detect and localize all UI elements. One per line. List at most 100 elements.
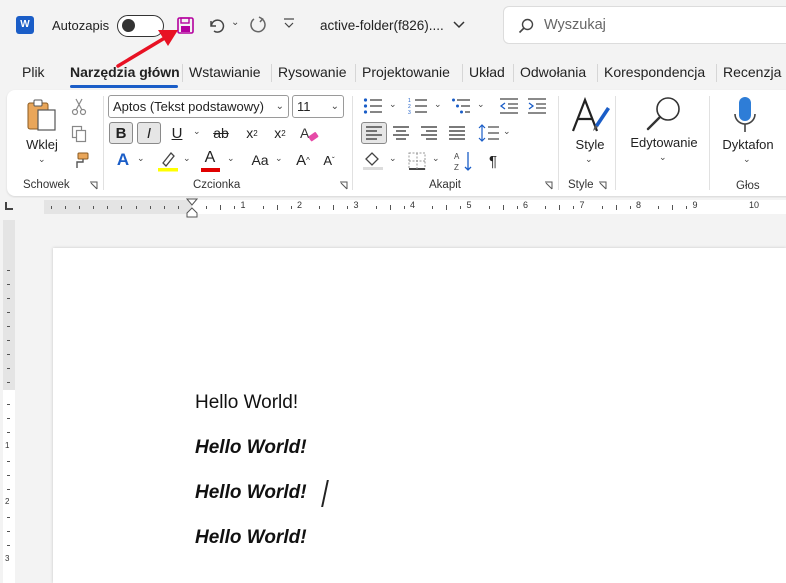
undo-dropdown-icon[interactable]: ⌄: [231, 17, 239, 28]
styles-button-label[interactable]: Style: [569, 137, 611, 152]
indent-marker-icon[interactable]: [186, 198, 198, 218]
decrease-indent-icon[interactable]: [499, 97, 519, 115]
tab-review[interactable]: Recenzja: [723, 64, 781, 80]
document-title[interactable]: active-folder(f826)....: [320, 18, 444, 33]
highlight-dropdown-icon[interactable]: ⌄: [183, 153, 191, 164]
numbering-icon[interactable]: 1 2 3: [408, 97, 428, 115]
shading-dropdown-icon[interactable]: ⌄: [389, 153, 397, 164]
document-line[interactable]: Hello World!: [195, 482, 307, 504]
underline-button[interactable]: U: [167, 122, 187, 144]
underline-dropdown-icon[interactable]: ⌄: [193, 126, 201, 137]
tab-selector-icon[interactable]: [5, 202, 13, 210]
shading-icon[interactable]: [362, 151, 384, 171]
text-effects-button[interactable]: A: [113, 149, 133, 171]
italic-button[interactable]: I: [137, 122, 161, 144]
superscript-button[interactable]: x2: [269, 122, 291, 144]
change-case-button[interactable]: Aa: [246, 149, 274, 171]
ruler-tick: [79, 206, 80, 209]
dictate-button-label[interactable]: Dyktafon: [715, 137, 781, 152]
paragraph-group-label: Akapit: [429, 179, 461, 191]
tab-home[interactable]: Narzędzia główn: [70, 64, 180, 80]
line-spacing-icon[interactable]: [478, 124, 500, 142]
align-center-icon[interactable]: [392, 126, 410, 140]
vertical-ruler-tick: [7, 474, 10, 476]
document-line[interactable]: Hello World!: [195, 527, 307, 549]
vertical-ruler-tick: [7, 326, 10, 327]
paragraph-launcher-icon[interactable]: [544, 181, 553, 190]
strikethrough-button[interactable]: ab: [210, 122, 232, 144]
tab-layout[interactable]: Układ: [469, 64, 505, 80]
cut-icon[interactable]: [71, 98, 87, 116]
bullets-icon[interactable]: [363, 97, 383, 115]
search-box[interactable]: [503, 6, 786, 44]
chevron-down-icon[interactable]: ⌄: [276, 96, 284, 117]
font-size-value: 11: [297, 99, 311, 114]
text-effects-dropdown-icon[interactable]: ⌄: [137, 153, 145, 164]
vertical-ruler-tick: [7, 418, 10, 420]
font-size-combo[interactable]: 11 ⌄: [292, 95, 344, 118]
bullets-dropdown-icon[interactable]: ⌄: [389, 99, 397, 110]
change-case-dropdown-icon[interactable]: ⌄: [275, 153, 283, 164]
borders-icon[interactable]: [408, 152, 426, 170]
tab-design[interactable]: Projektowanie: [362, 64, 450, 80]
tab-file[interactable]: Plik: [22, 64, 45, 80]
tab-insert[interactable]: Wstawianie: [189, 64, 261, 80]
align-left-icon: [366, 126, 382, 140]
show-formatting-marks-button[interactable]: ¶: [483, 150, 503, 172]
styles-launcher-icon[interactable]: [598, 181, 607, 190]
document-page[interactable]: Hello World! Hello World! Hello World! H…: [53, 248, 786, 583]
clear-formatting-icon[interactable]: A: [299, 124, 319, 144]
styles-icon[interactable]: [571, 97, 611, 135]
word-app-icon[interactable]: W: [16, 16, 34, 34]
paste-icon[interactable]: [25, 98, 59, 132]
paste-dropdown-icon[interactable]: ⌄: [38, 154, 46, 165]
align-left-button[interactable]: [361, 122, 387, 144]
font-launcher-icon[interactable]: [339, 181, 348, 190]
chevron-down-icon[interactable]: [452, 17, 466, 31]
ruler-tick: [573, 206, 575, 209]
search-icon: [518, 18, 534, 34]
highlight-icon[interactable]: [157, 150, 179, 172]
tab-references[interactable]: Odwołania: [520, 64, 586, 80]
increase-indent-icon[interactable]: [527, 97, 547, 115]
line-spacing-dropdown-icon[interactable]: ⌄: [503, 126, 511, 137]
font-color-dropdown-icon[interactable]: ⌄: [227, 153, 235, 164]
sort-icon[interactable]: A Z: [453, 150, 475, 172]
borders-dropdown-icon[interactable]: ⌄: [432, 153, 440, 164]
vertical-ruler-tick: [7, 368, 10, 369]
microphone-icon[interactable]: [733, 96, 757, 136]
align-right-icon[interactable]: [420, 126, 438, 140]
justify-icon[interactable]: [448, 126, 466, 140]
horizontal-ruler[interactable]: 1 2 3 4 5 6 7 8 9 10: [0, 198, 786, 218]
multilevel-list-dropdown-icon[interactable]: ⌄: [477, 99, 485, 110]
chevron-down-icon[interactable]: ⌄: [331, 96, 339, 117]
copy-icon[interactable]: [71, 125, 87, 143]
editing-dropdown-icon[interactable]: ⌄: [659, 152, 667, 163]
document-line[interactable]: Hello World!: [195, 437, 307, 459]
multilevel-list-icon[interactable]: [451, 97, 471, 115]
font-color-button[interactable]: A: [200, 148, 220, 168]
font-name-combo[interactable]: Aptos (Tekst podstawowy) ⌄: [108, 95, 289, 118]
tab-separator: [355, 64, 356, 82]
redo-icon[interactable]: [249, 16, 267, 34]
tab-draw[interactable]: Rysowanie: [278, 64, 346, 80]
numbering-dropdown-icon[interactable]: ⌄: [434, 99, 442, 110]
find-magnifier-icon[interactable]: [645, 95, 683, 133]
subscript-mark: 2: [253, 128, 258, 138]
dictate-dropdown-icon[interactable]: ⌄: [743, 154, 751, 165]
shrink-font-button[interactable]: Aˇ: [319, 149, 339, 171]
paste-button-label[interactable]: Wklej: [23, 137, 61, 152]
search-input[interactable]: [544, 14, 774, 36]
document-line[interactable]: Hello World!: [195, 392, 298, 414]
customize-toolbar-icon[interactable]: [283, 16, 295, 30]
tab-mailings[interactable]: Korespondencja: [604, 64, 705, 80]
subscript-button[interactable]: x2: [241, 122, 263, 144]
editing-button-label[interactable]: Edytowanie: [623, 135, 705, 150]
ruler-number: 8: [636, 200, 642, 210]
bold-button[interactable]: B: [109, 122, 133, 144]
styles-dropdown-icon[interactable]: ⌄: [585, 154, 593, 165]
clipboard-launcher-icon[interactable]: [89, 181, 98, 190]
format-painter-icon[interactable]: [71, 152, 89, 170]
grow-font-button[interactable]: A ^: [293, 149, 313, 171]
undo-icon[interactable]: [207, 16, 225, 34]
